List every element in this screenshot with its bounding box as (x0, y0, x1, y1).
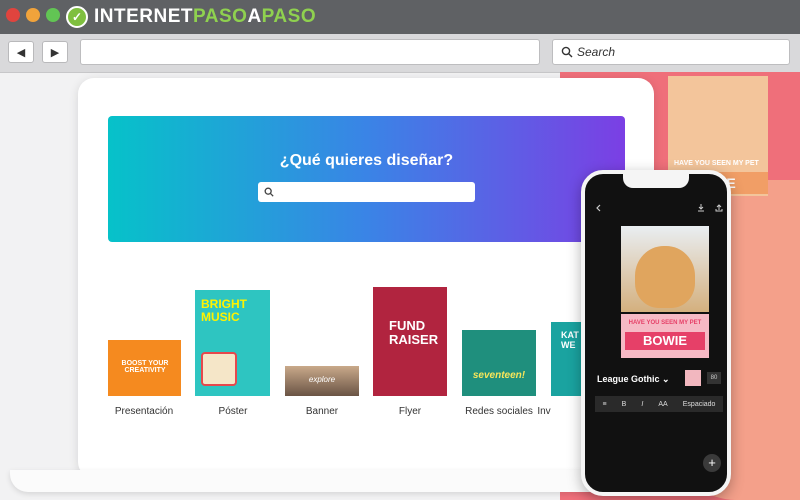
pet-poster-tag[interactable]: HAVE YOU SEEN MY PET BOWIE (621, 314, 709, 358)
design-search-input[interactable] (258, 182, 475, 202)
template-art: KAT WE (561, 330, 579, 350)
bold-button[interactable]: B (622, 401, 627, 408)
template-art: BOOST YOUR CREATIVITY (121, 360, 169, 374)
drum-illustration (201, 352, 237, 386)
logo-mark-icon: ✓ (66, 6, 88, 28)
forward-arrow-icon: ▶ (50, 46, 60, 59)
pet-poster-title: HAVE YOU SEEN MY PET (628, 320, 702, 326)
template-card-flyer[interactable]: FUND RAISER (373, 287, 447, 396)
background-poster-title: HAVE YOU SEEN MY PET (674, 160, 759, 167)
spacing-button[interactable]: Espaciado (683, 401, 716, 408)
browser-toolbar: ◀ ▶ Search (0, 34, 800, 73)
template-label-invitation[interactable]: Inv (529, 406, 559, 417)
template-card-poster[interactable]: BRIGHT MUSIC (195, 290, 270, 396)
color-swatch[interactable] (685, 370, 701, 386)
maximize-window-button[interactable] (46, 8, 60, 22)
browser-search-box[interactable]: Search (552, 39, 790, 65)
laptop-base (10, 470, 660, 492)
search-icon (561, 46, 573, 58)
template-art: explore (308, 375, 336, 384)
search-icon (264, 187, 274, 197)
template-label-poster[interactable]: Póster (188, 406, 278, 417)
forward-button[interactable]: ▶ (42, 41, 68, 63)
share-icon[interactable] (715, 204, 723, 212)
close-window-button[interactable] (6, 8, 20, 22)
back-arrow-icon: ◀ (16, 46, 26, 59)
phone-notch (623, 174, 689, 188)
phone-mockup: HAVE YOU SEEN MY PET BOWIE League Gothic… (581, 170, 731, 496)
template-art: seventeen! (472, 370, 526, 381)
dog-image (635, 246, 695, 308)
template-card-banner[interactable]: explore (285, 366, 359, 396)
hero-title: ¿Qué quieres diseñar? (279, 152, 454, 169)
add-element-button[interactable]: + (703, 454, 721, 472)
text-format-toolbar: ≡ B I AA Espaciado (595, 396, 723, 412)
template-label-banner[interactable]: Banner (277, 406, 367, 417)
back-button[interactable]: ◀ (8, 41, 34, 63)
site-logo: ✓ INTERNETPASOAPASO (66, 5, 316, 29)
template-card-social-media[interactable]: seventeen! (462, 330, 536, 396)
search-label: Search (577, 45, 616, 59)
hero-banner: ¿Qué quieres diseñar? (108, 116, 625, 242)
template-card-invitation[interactable]: KAT WE (551, 322, 581, 396)
template-art: FUND RAISER (389, 318, 439, 347)
pet-photo[interactable] (621, 226, 709, 312)
address-bar[interactable] (80, 39, 540, 65)
template-label-presentation[interactable]: Presentación (99, 406, 189, 417)
align-icon[interactable]: ≡ (603, 401, 607, 408)
back-arrow-icon[interactable] (595, 204, 603, 212)
download-icon[interactable] (697, 204, 705, 212)
browser-titlebar: ✓ INTERNETPASOAPASO (0, 0, 800, 34)
font-size-box[interactable]: 80 (707, 372, 721, 384)
text-case-button[interactable]: AA (658, 401, 667, 408)
italic-button[interactable]: I (641, 401, 643, 408)
chevron-down-icon: ⌄ (662, 374, 670, 384)
pet-poster-name[interactable]: BOWIE (625, 332, 705, 350)
template-card-presentation[interactable]: BOOST YOUR CREATIVITY (108, 340, 181, 396)
minimize-window-button[interactable] (26, 8, 40, 22)
template-label-flyer[interactable]: Flyer (365, 406, 455, 417)
font-selector[interactable]: League Gothic ⌄ (597, 374, 670, 385)
template-art: BRIGHT MUSIC (201, 297, 247, 324)
